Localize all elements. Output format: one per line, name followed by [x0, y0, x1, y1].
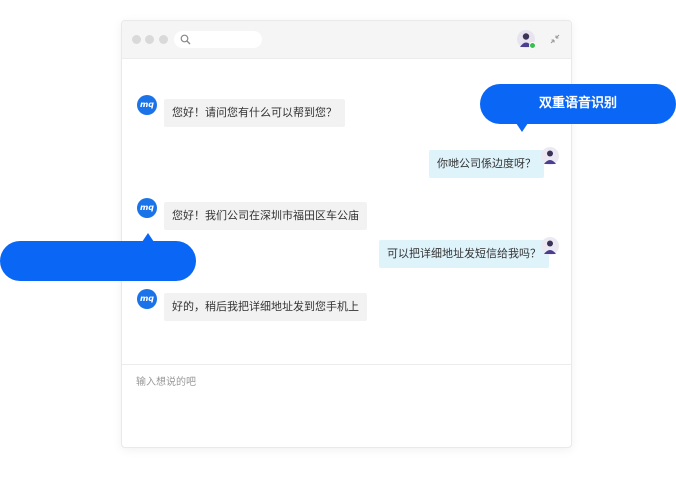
user-avatar: [541, 237, 559, 255]
title-bar: [122, 21, 571, 59]
bot-message: 您好！我们公司在深圳市福田区车公庙: [164, 202, 367, 230]
user-avatar: [541, 147, 559, 165]
bot-message: 好的，稍后我把详细地址发到您手机上: [164, 293, 367, 321]
window-close-dot[interactable]: [132, 35, 141, 44]
bot-avatar: mq: [137, 95, 157, 115]
message-input[interactable]: 输入想说的吧: [136, 373, 556, 433]
callout-top-right: 双重语音识别: [480, 84, 676, 132]
user-message: 你哋公司係边度呀？: [429, 150, 544, 178]
search-icon: [180, 34, 191, 45]
window-minimize-dot[interactable]: [145, 35, 154, 44]
bot-avatar: mq: [137, 198, 157, 218]
window-maximize-dot[interactable]: [159, 35, 168, 44]
search-input[interactable]: [174, 31, 262, 48]
bot-message: 您好！请问您有什么可以帮到您？: [164, 99, 345, 127]
collapse-icon[interactable]: [548, 32, 562, 46]
input-divider: [122, 364, 571, 365]
avatar[interactable]: [517, 30, 537, 50]
user-message: 可以把详细地址发短信给我吗？: [379, 240, 549, 268]
bot-avatar: mq: [137, 289, 157, 309]
callout-left: [0, 233, 196, 281]
